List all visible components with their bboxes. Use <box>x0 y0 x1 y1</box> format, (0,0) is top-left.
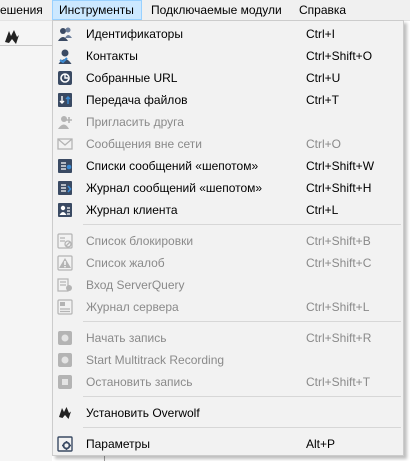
menu-item-complaints[interactable]: Список жалоб Ctrl+Shift+C <box>53 252 403 274</box>
menu-item-label: Собранные URL <box>86 71 178 85</box>
toolbar-divider <box>0 45 52 46</box>
menu-item-shortcut: Ctrl+Shift+T <box>306 375 371 389</box>
menu-item-label: Идентификаторы <box>86 27 183 41</box>
menu-item-shortcut: Ctrl+Shift+R <box>306 331 372 345</box>
menu-item-identities[interactable]: Идентификаторы Ctrl+I <box>53 23 403 45</box>
menu-item-shortcut: Ctrl+O <box>306 137 342 151</box>
menu-item-shortcut: Ctrl+Shift+H <box>306 181 372 195</box>
offline-messages-icon <box>57 136 73 152</box>
menu-item-server-log[interactable]: Журнал сервера Ctrl+Shift+L <box>53 296 403 318</box>
menu-item-label: Установить Overwolf <box>86 406 200 420</box>
menu-separator <box>83 427 401 428</box>
menu-item-offline-messages[interactable]: Сообщения вне сети Ctrl+O <box>53 133 403 155</box>
menu-item-shortcut: Alt+P <box>306 437 336 451</box>
menu-item-shortcut: Ctrl+U <box>306 71 341 85</box>
menu-item-shortcut: Ctrl+I <box>306 27 336 41</box>
record-stop-icon <box>57 374 73 390</box>
server-log-icon <box>57 299 73 315</box>
menu-item-label: Вход ServerQuery <box>86 278 185 292</box>
tools-dropdown-menu: Идентификаторы Ctrl+I Контакты Ctrl+Shif… <box>52 20 404 456</box>
menu-separator <box>83 396 401 397</box>
menu-item-invite-buddy[interactable]: Пригласить друга <box>53 111 403 133</box>
multitrack-record-icon <box>57 352 73 368</box>
contacts-icon <box>57 48 73 64</box>
identities-icon <box>57 26 73 42</box>
menu-bar: ешения Инструменты Подключаемые модули С… <box>0 0 410 21</box>
menu-item-url-catcher[interactable]: Собранные URL Ctrl+U <box>53 67 403 89</box>
menu-item-label: Журнал сервера <box>86 300 179 314</box>
menu-separator <box>83 321 401 322</box>
menu-item-label: Контакты <box>86 49 138 63</box>
whisper-history-icon <box>57 180 73 196</box>
menu-item-label: Start Multitrack Recording <box>86 353 225 367</box>
menu-item-label: Сообщения вне сети <box>86 137 202 151</box>
menu-item-ban-list[interactable]: Список блокировки Ctrl+Shift+B <box>53 230 403 252</box>
menu-item-whisper-lists[interactable]: Списки сообщений «шепотом» Ctrl+Shift+W <box>53 155 403 177</box>
complaints-icon <box>57 255 73 271</box>
menu-item-start-recording[interactable]: Начать запись Ctrl+Shift+R <box>53 327 403 349</box>
client-log-icon <box>57 202 73 218</box>
menu-item-install-overwolf[interactable]: Установить Overwolf <box>53 402 403 424</box>
menu-item-shortcut: Ctrl+Shift+W <box>306 159 375 173</box>
menu-item-shortcut: Ctrl+T <box>306 93 339 107</box>
menu-connections[interactable]: ешения <box>0 0 43 20</box>
menu-item-shortcut: Ctrl+Shift+O <box>306 49 373 63</box>
menu-tools[interactable]: Инструменты <box>52 0 142 20</box>
menu-help[interactable]: Справка <box>299 0 346 20</box>
menu-item-shortcut: Ctrl+Shift+B <box>306 234 371 248</box>
menu-item-label: Пригласить друга <box>86 115 184 129</box>
menu-item-file-transfer[interactable]: Передача файлов Ctrl+T <box>53 89 403 111</box>
overwolf-icon[interactable] <box>2 27 22 47</box>
menu-item-client-log[interactable]: Журнал клиента Ctrl+L <box>53 199 403 221</box>
file-transfer-icon <box>57 92 73 108</box>
menu-item-multitrack-recording[interactable]: Start Multitrack Recording <box>53 349 403 371</box>
menu-item-whisper-history[interactable]: Журнал сообщений «шепотом» Ctrl+Shift+H <box>53 177 403 199</box>
overwolf-icon <box>57 405 73 421</box>
menu-item-label: Параметры <box>86 437 150 451</box>
options-icon <box>57 436 73 452</box>
serverquery-login-icon <box>57 277 73 293</box>
invite-buddy-icon <box>57 114 73 130</box>
menu-item-shortcut: Ctrl+Shift+L <box>306 300 370 314</box>
menu-item-options[interactable]: Параметры Alt+P <box>53 433 403 455</box>
menu-item-shortcut: Ctrl+Shift+C <box>306 256 372 270</box>
menu-item-label: Начать запись <box>86 331 167 345</box>
menu-item-shortcut: Ctrl+L <box>306 203 339 217</box>
menu-item-stop-recording[interactable]: Остановить запись Ctrl+Shift+T <box>53 371 403 393</box>
menu-item-label: Передача файлов <box>86 93 188 107</box>
menu-item-label: Список блокировки <box>86 234 194 248</box>
toolbar-area <box>0 21 52 461</box>
menu-item-label: Журнал клиента <box>86 203 178 217</box>
url-catcher-icon <box>57 70 73 86</box>
record-start-icon <box>57 330 73 346</box>
menu-item-label: Остановить запись <box>86 375 193 389</box>
menu-item-label: Списки сообщений «шепотом» <box>86 159 259 173</box>
menu-item-label: Список жалоб <box>86 256 165 270</box>
menu-addons[interactable]: Подключаемые модули <box>151 0 282 20</box>
menu-item-contacts[interactable]: Контакты Ctrl+Shift+O <box>53 45 403 67</box>
ban-list-icon <box>57 233 73 249</box>
menu-item-serverquery-login[interactable]: Вход ServerQuery <box>53 274 403 296</box>
menu-separator <box>83 224 401 225</box>
whisper-lists-icon <box>57 158 73 174</box>
menu-item-label: Журнал сообщений «шепотом» <box>86 181 263 195</box>
